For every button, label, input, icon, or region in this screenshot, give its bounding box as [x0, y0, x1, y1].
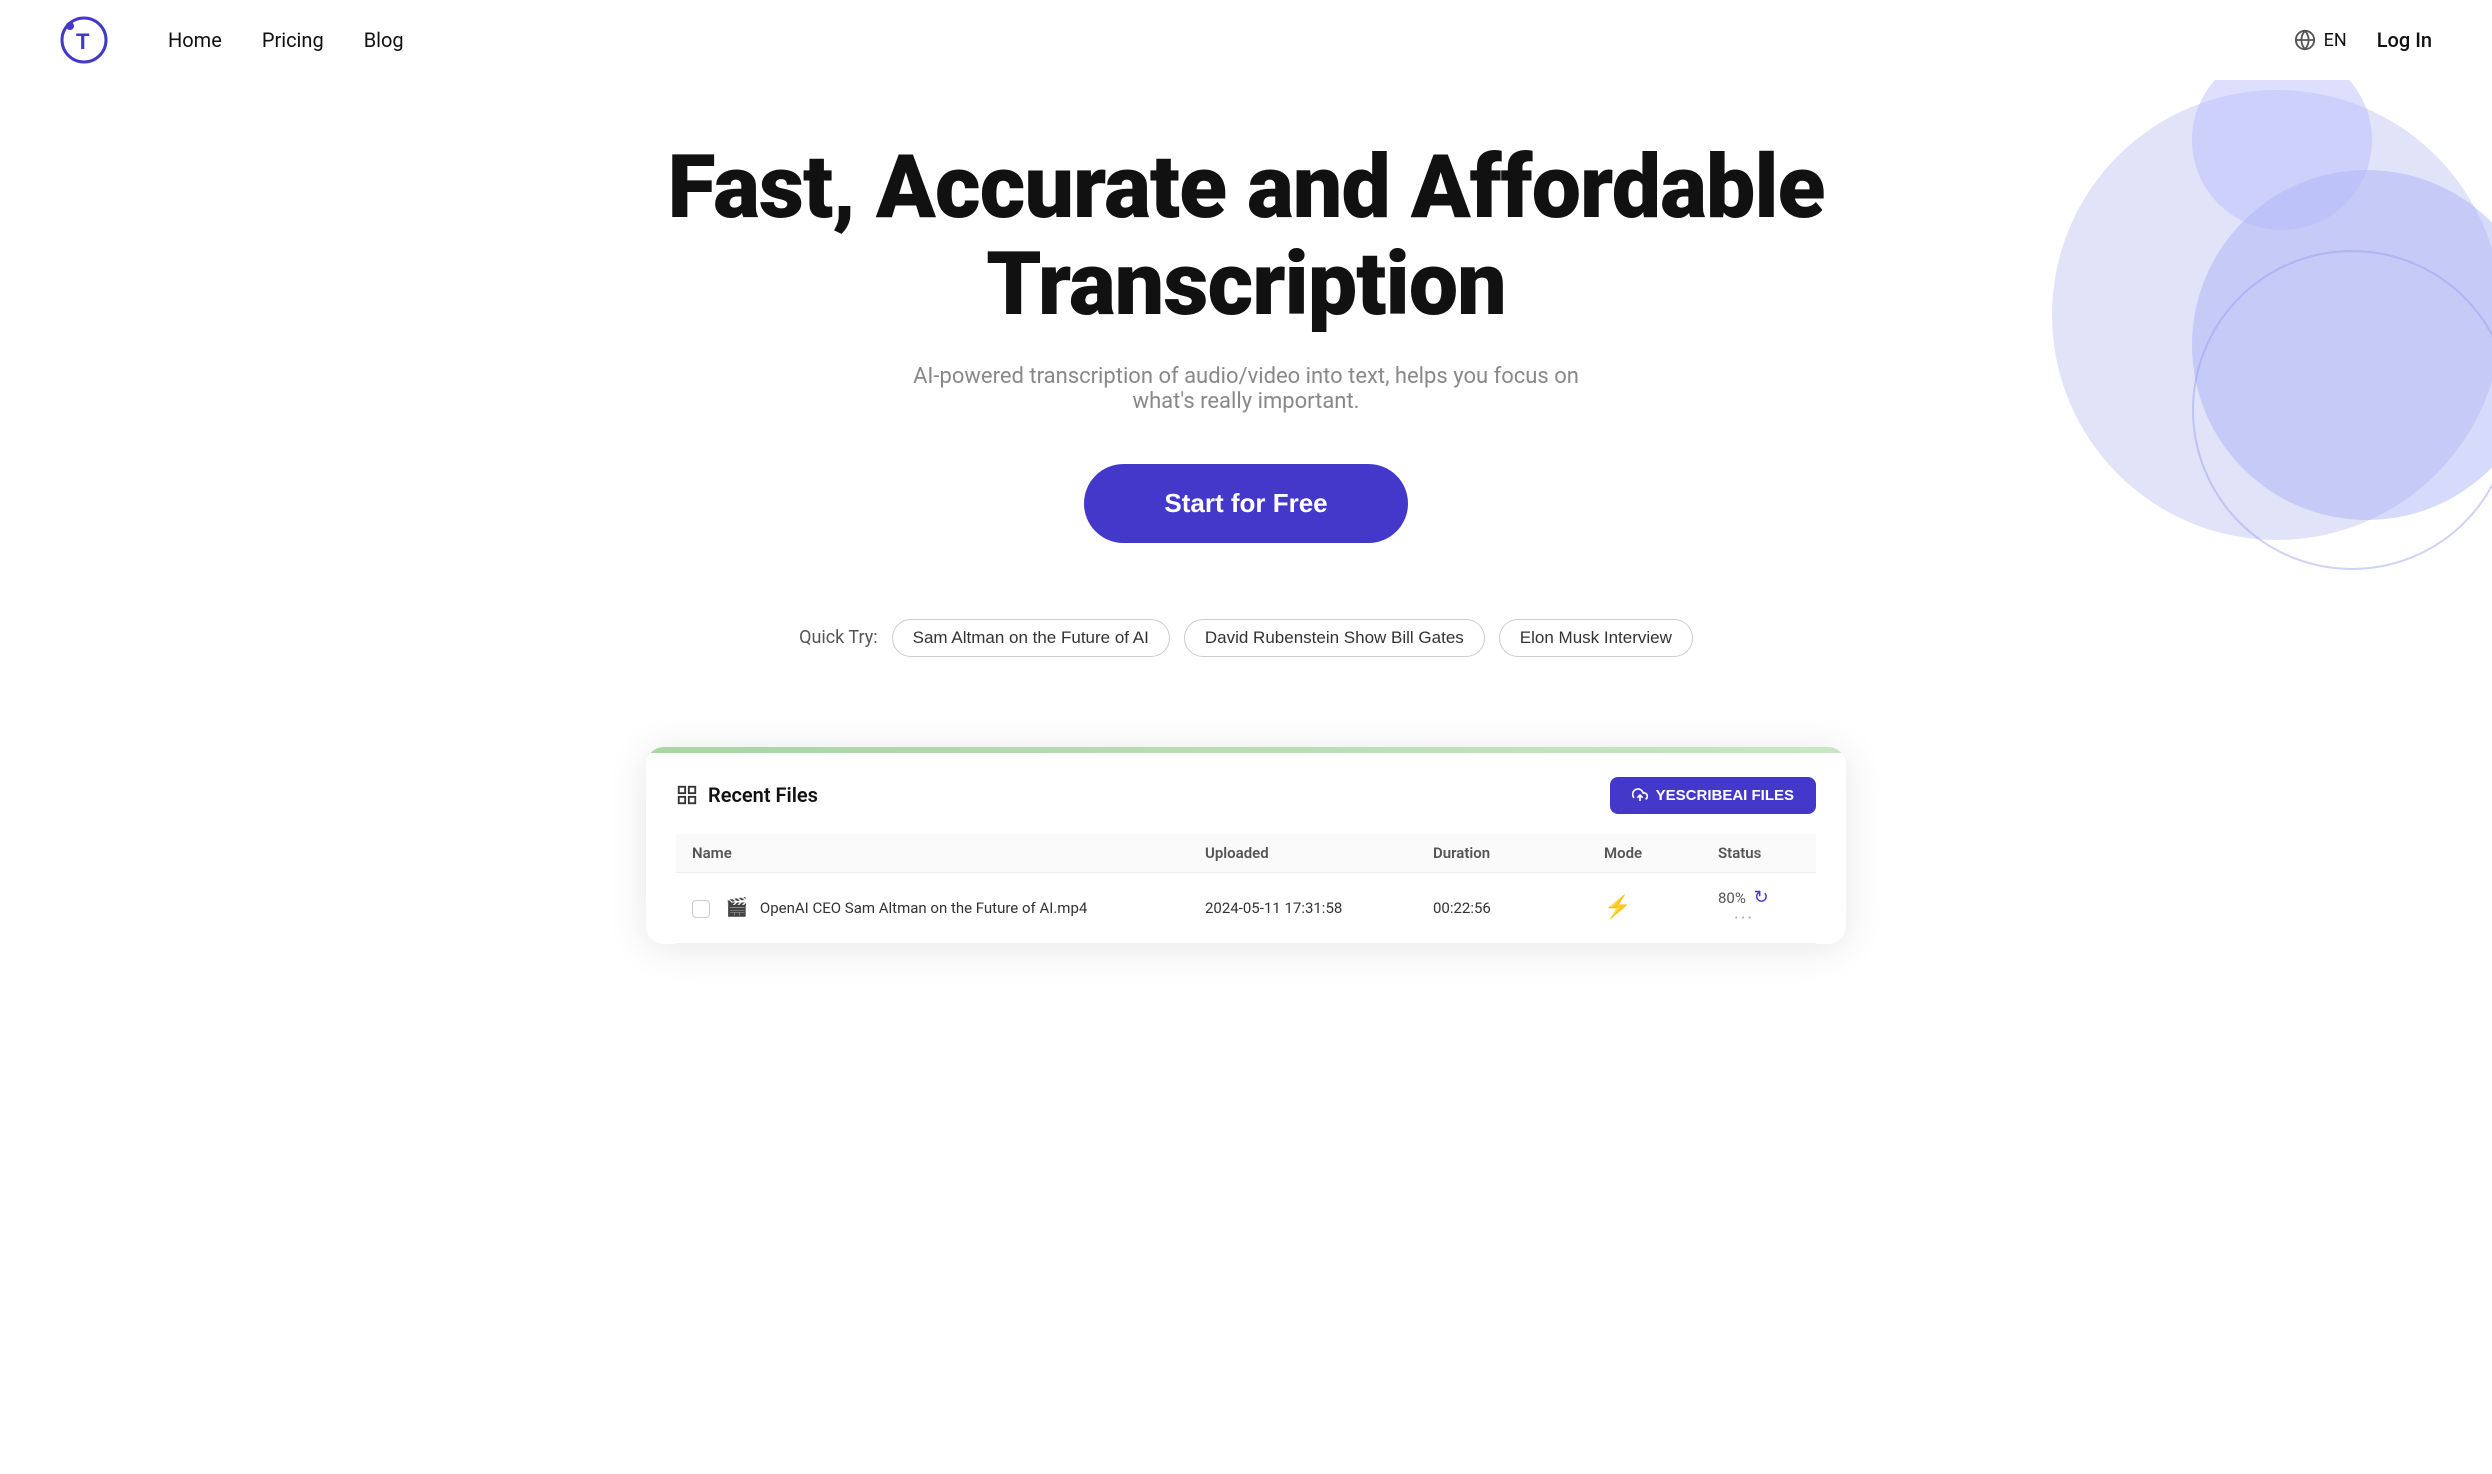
status-spinner-icon: ↻	[1754, 887, 1769, 908]
file-name-cell: 🎬 OpenAI CEO Sam Altman on the Future of…	[676, 872, 1189, 943]
col-header-mode: Mode	[1588, 834, 1702, 873]
upload-button-label: YESCRIBEAI FILES	[1656, 787, 1794, 804]
quick-try-label: Quick Try:	[799, 627, 878, 648]
dashboard-wrapper: Recent Files YESCRIBEAI FILES Name Uploa…	[546, 697, 1946, 944]
language-label: EN	[2324, 30, 2347, 51]
upload-button[interactable]: YESCRIBEAI FILES	[1610, 777, 1816, 814]
login-button[interactable]: Log In	[2377, 28, 2432, 52]
table-header-row: Name Uploaded Duration Mode Status	[676, 834, 1816, 873]
dashboard-preview: Recent Files YESCRIBEAI FILES Name Uploa…	[646, 747, 1846, 944]
nav-links: Home Pricing Blog	[168, 28, 2294, 52]
col-header-status: Status	[1702, 834, 1816, 873]
quick-chip-0[interactable]: Sam Altman on the Future of AI	[892, 619, 1170, 657]
globe-icon	[2294, 29, 2316, 51]
recent-files-label: Recent Files	[708, 783, 818, 807]
file-name: OpenAI CEO Sam Altman on the Future of A…	[760, 899, 1087, 917]
files-table: Name Uploaded Duration Mode Status 🎬 Ope…	[676, 834, 1816, 944]
file-duration-cell: 00:22:56	[1417, 872, 1588, 943]
hero-content: Fast, Accurate and Affordable Transcript…	[20, 140, 2472, 657]
status-percent: 80%	[1718, 889, 1746, 907]
col-header-name: Name	[676, 834, 1189, 873]
svg-text:T: T	[76, 29, 90, 54]
quick-chip-2[interactable]: Elon Musk Interview	[1499, 619, 1693, 657]
language-selector[interactable]: EN	[2294, 29, 2347, 51]
col-header-duration: Duration	[1417, 834, 1588, 873]
start-free-button[interactable]: Start for Free	[1084, 464, 1407, 543]
mode-icon: ⚡	[1604, 895, 1631, 920]
grid-icon	[676, 784, 698, 806]
quick-chip-1[interactable]: David Rubenstein Show Bill Gates	[1184, 619, 1485, 657]
file-status-cell: 80% ↻ ···	[1702, 872, 1816, 943]
col-header-uploaded: Uploaded	[1189, 834, 1417, 873]
file-checkbox[interactable]	[692, 900, 710, 918]
recent-files-header: Recent Files YESCRIBEAI FILES	[676, 777, 1816, 814]
file-type-icon: 🎬	[726, 897, 748, 918]
nav-pricing[interactable]: Pricing	[262, 28, 324, 52]
file-uploaded-cell: 2024-05-11 17:31:58	[1189, 872, 1417, 943]
file-mode-cell: ⚡	[1588, 872, 1702, 943]
logo[interactable]: T	[60, 16, 108, 64]
hero-subtitle: AI-powered transcription of audio/video …	[896, 364, 1596, 414]
table-row: 🎬 OpenAI CEO Sam Altman on the Future of…	[676, 872, 1816, 943]
hero-title: Fast, Accurate and Affordable Transcript…	[646, 140, 1846, 334]
more-options-icon[interactable]: ···	[1734, 908, 1754, 929]
dashboard-inner: Recent Files YESCRIBEAI FILES Name Uploa…	[646, 753, 1846, 944]
hero-section: Fast, Accurate and Affordable Transcript…	[0, 80, 2492, 697]
nav-home[interactable]: Home	[168, 28, 222, 52]
navbar: T Home Pricing Blog EN Log In	[0, 0, 2492, 80]
recent-files-title: Recent Files	[676, 783, 818, 807]
nav-right: EN Log In	[2294, 28, 2432, 52]
upload-icon	[1632, 787, 1648, 803]
nav-blog[interactable]: Blog	[364, 28, 404, 52]
quick-try-section: Quick Try: Sam Altman on the Future of A…	[20, 619, 2472, 657]
